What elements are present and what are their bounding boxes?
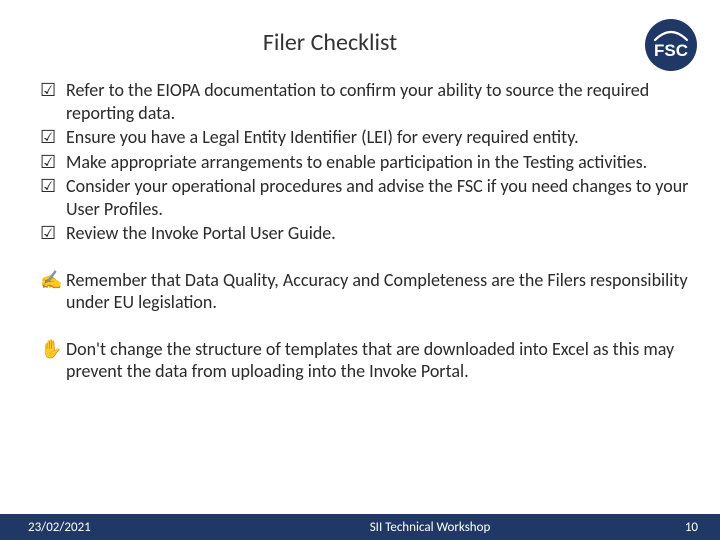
- list-item-text: Don't change the structure of templates …: [66, 338, 690, 383]
- svg-text:FSC: FSC: [654, 41, 688, 60]
- list-item-text: Review the Invoke Portal User Guide.: [66, 222, 690, 245]
- warning-list: ✋ Don't change the structure of template…: [30, 338, 690, 383]
- list-item: ☑ Make appropriate arrangements to enabl…: [40, 151, 690, 174]
- checklist: ☑ Refer to the EIOPA documentation to co…: [30, 79, 690, 245]
- fsc-logo: FSC: [644, 18, 698, 72]
- list-item-text: Make appropriate arrangements to enable …: [66, 151, 690, 174]
- warning-section: ✋ Don't change the structure of template…: [30, 338, 690, 383]
- page-title: Filer Checklist: [30, 28, 690, 57]
- checkbox-icon: ☑: [40, 222, 66, 245]
- list-item: ☑ Consider your operational procedures a…: [40, 175, 690, 220]
- list-item: ☑ Refer to the EIOPA documentation to co…: [40, 79, 690, 124]
- stop-hand-icon: ✋: [40, 338, 66, 361]
- reminder-list: ✍ Remember that Data Quality, Accuracy a…: [30, 269, 690, 314]
- footer-date: 23/02/2021: [0, 520, 200, 535]
- footer-page-number: 10: [660, 520, 720, 535]
- reminder-section: ✍ Remember that Data Quality, Accuracy a…: [30, 269, 690, 314]
- checklist-section: ☑ Refer to the EIOPA documentation to co…: [30, 79, 690, 245]
- footer-bar: 23/02/2021 SII Technical Workshop 10: [0, 514, 720, 540]
- list-item-text: Remember that Data Quality, Accuracy and…: [66, 269, 690, 314]
- list-item-text: Consider your operational procedures and…: [66, 175, 690, 220]
- list-item: ☑ Ensure you have a Legal Entity Identif…: [40, 126, 690, 149]
- checkbox-icon: ☑: [40, 79, 66, 102]
- checkbox-icon: ☑: [40, 151, 66, 174]
- checkbox-icon: ☑: [40, 175, 66, 198]
- list-item: ☑ Review the Invoke Portal User Guide.: [40, 222, 690, 245]
- footer-title: SII Technical Workshop: [200, 520, 660, 535]
- list-item: ✋ Don't change the structure of template…: [40, 338, 690, 383]
- list-item-text: Refer to the EIOPA documentation to conf…: [66, 79, 690, 124]
- list-item: ✍ Remember that Data Quality, Accuracy a…: [40, 269, 690, 314]
- checkbox-icon: ☑: [40, 126, 66, 149]
- hand-write-icon: ✍: [40, 269, 66, 292]
- list-item-text: Ensure you have a Legal Entity Identifie…: [66, 126, 690, 149]
- slide: FSC Filer Checklist ☑ Refer to the EIOPA…: [0, 0, 720, 540]
